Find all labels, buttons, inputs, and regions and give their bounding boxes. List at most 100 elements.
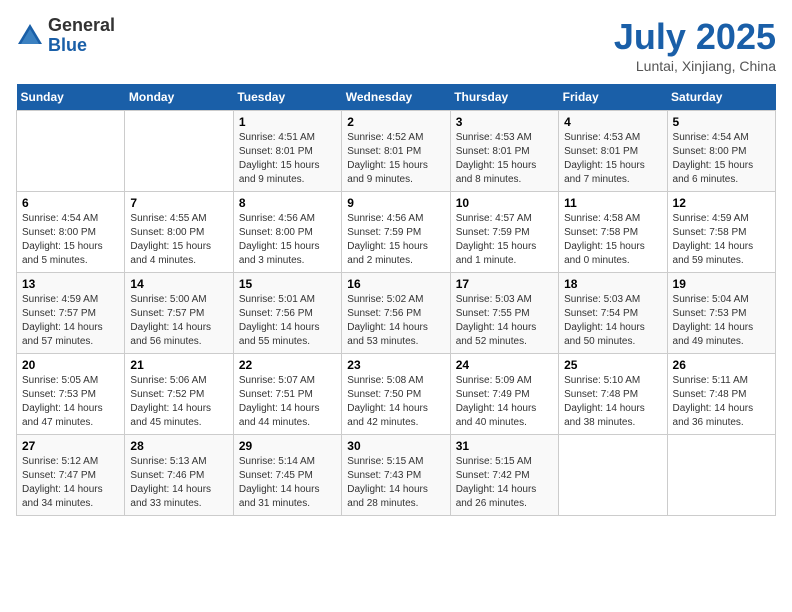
day-info: Sunrise: 5:06 AM Sunset: 7:52 PM Dayligh… xyxy=(130,374,227,430)
week-row-2: 6 Sunrise: 4:54 AM Sunset: 8:00 PM Daylig… xyxy=(17,192,776,273)
calendar-cell: 3 Sunrise: 4:53 AM Sunset: 8:01 PM Daylig… xyxy=(450,111,558,192)
day-info: Sunrise: 4:57 AM Sunset: 7:59 PM Dayligh… xyxy=(456,212,553,268)
day-number: 12 xyxy=(673,196,770,210)
page-header: General Blue July 2025 Luntai, Xinjiang,… xyxy=(16,16,776,74)
calendar-cell xyxy=(17,111,125,192)
day-number: 11 xyxy=(564,196,661,210)
month-title: July 2025 xyxy=(614,16,776,58)
day-info: Sunrise: 5:09 AM Sunset: 7:49 PM Dayligh… xyxy=(456,374,553,430)
day-number: 9 xyxy=(347,196,444,210)
calendar-cell: 13Sunrise: 4:59 AM Sunset: 7:57 PM Dayli… xyxy=(17,273,125,354)
calendar-cell: 22Sunrise: 5:07 AM Sunset: 7:51 PM Dayli… xyxy=(233,354,341,435)
calendar-cell: 21 Sunrise: 5:06 AM Sunset: 7:52 PM Dayli… xyxy=(125,354,233,435)
calendar-cell: 5Sunrise: 4:54 AM Sunset: 8:00 PM Daylig… xyxy=(667,111,775,192)
calendar-cell: 10 Sunrise: 4:57 AM Sunset: 7:59 PM Dayli… xyxy=(450,192,558,273)
day-number: 7 xyxy=(130,196,227,210)
calendar-header: SundayMondayTuesdayWednesdayThursdayFrid… xyxy=(17,84,776,111)
week-row-5: 27 Sunrise: 5:12 AM Sunset: 7:47 PM Dayli… xyxy=(17,435,776,516)
calendar-body: 1 Sunrise: 4:51 AM Sunset: 8:01 PM Daylig… xyxy=(17,111,776,516)
day-info: Sunrise: 5:04 AM Sunset: 7:53 PM Dayligh… xyxy=(673,293,770,349)
calendar-cell: 17Sunrise: 5:03 AM Sunset: 7:55 PM Dayli… xyxy=(450,273,558,354)
calendar-cell xyxy=(125,111,233,192)
day-info: Sunrise: 4:59 AM Sunset: 7:58 PM Dayligh… xyxy=(673,212,770,268)
header-cell-wednesday: Wednesday xyxy=(342,84,450,111)
day-info: Sunrise: 4:56 AM Sunset: 8:00 PM Dayligh… xyxy=(239,212,336,268)
day-info: Sunrise: 5:03 AM Sunset: 7:55 PM Dayligh… xyxy=(456,293,553,349)
title-block: July 2025 Luntai, Xinjiang, China xyxy=(614,16,776,74)
header-cell-monday: Monday xyxy=(125,84,233,111)
day-info: Sunrise: 4:54 AM Sunset: 8:00 PM Dayligh… xyxy=(673,131,770,187)
day-info: Sunrise: 4:58 AM Sunset: 7:58 PM Dayligh… xyxy=(564,212,661,268)
day-info: Sunrise: 5:11 AM Sunset: 7:48 PM Dayligh… xyxy=(673,374,770,430)
day-info: Sunrise: 5:02 AM Sunset: 7:56 PM Dayligh… xyxy=(347,293,444,349)
calendar-cell: 14 Sunrise: 5:00 AM Sunset: 7:57 PM Dayli… xyxy=(125,273,233,354)
day-info: Sunrise: 5:01 AM Sunset: 7:56 PM Dayligh… xyxy=(239,293,336,349)
day-info: Sunrise: 5:03 AM Sunset: 7:54 PM Dayligh… xyxy=(564,293,661,349)
header-cell-friday: Friday xyxy=(559,84,667,111)
day-info: Sunrise: 5:12 AM Sunset: 7:47 PM Dayligh… xyxy=(22,455,119,511)
calendar-cell: 24 Sunrise: 5:09 AM Sunset: 7:49 PM Dayli… xyxy=(450,354,558,435)
day-number: 25 xyxy=(564,358,661,372)
day-number: 6 xyxy=(22,196,119,210)
header-row: SundayMondayTuesdayWednesdayThursdayFrid… xyxy=(17,84,776,111)
day-info: Sunrise: 4:56 AM Sunset: 7:59 PM Dayligh… xyxy=(347,212,444,268)
day-number: 27 xyxy=(22,439,119,453)
day-number: 30 xyxy=(347,439,444,453)
calendar-cell: 25 Sunrise: 5:10 AM Sunset: 7:48 PM Dayli… xyxy=(559,354,667,435)
day-number: 2 xyxy=(347,115,444,129)
day-number: 14 xyxy=(130,277,227,291)
day-number: 26 xyxy=(673,358,770,372)
calendar-cell: 8 Sunrise: 4:56 AM Sunset: 8:00 PM Daylig… xyxy=(233,192,341,273)
calendar-table: SundayMondayTuesdayWednesdayThursdayFrid… xyxy=(16,84,776,516)
calendar-cell: 23 Sunrise: 5:08 AM Sunset: 7:50 PM Dayli… xyxy=(342,354,450,435)
day-number: 22 xyxy=(239,358,336,372)
day-number: 24 xyxy=(456,358,553,372)
day-number: 4 xyxy=(564,115,661,129)
day-info: Sunrise: 5:10 AM Sunset: 7:48 PM Dayligh… xyxy=(564,374,661,430)
calendar-cell: 27 Sunrise: 5:12 AM Sunset: 7:47 PM Dayli… xyxy=(17,435,125,516)
day-number: 21 xyxy=(130,358,227,372)
calendar-cell xyxy=(667,435,775,516)
calendar-cell: 11 Sunrise: 4:58 AM Sunset: 7:58 PM Dayli… xyxy=(559,192,667,273)
day-number: 28 xyxy=(130,439,227,453)
day-info: Sunrise: 4:53 AM Sunset: 8:01 PM Dayligh… xyxy=(564,131,661,187)
day-number: 1 xyxy=(239,115,336,129)
day-number: 16 xyxy=(347,277,444,291)
day-info: Sunrise: 5:13 AM Sunset: 7:46 PM Dayligh… xyxy=(130,455,227,511)
calendar-cell: 6 Sunrise: 4:54 AM Sunset: 8:00 PM Daylig… xyxy=(17,192,125,273)
calendar-cell: 29Sunrise: 5:14 AM Sunset: 7:45 PM Dayli… xyxy=(233,435,341,516)
day-info: Sunrise: 4:52 AM Sunset: 8:01 PM Dayligh… xyxy=(347,131,444,187)
calendar-cell: 18Sunrise: 5:03 AM Sunset: 7:54 PM Dayli… xyxy=(559,273,667,354)
calendar-cell: 12 Sunrise: 4:59 AM Sunset: 7:58 PM Dayli… xyxy=(667,192,775,273)
calendar-cell: 28 Sunrise: 5:13 AM Sunset: 7:46 PM Dayli… xyxy=(125,435,233,516)
day-info: Sunrise: 5:15 AM Sunset: 7:42 PM Dayligh… xyxy=(456,455,553,511)
day-info: Sunrise: 4:55 AM Sunset: 8:00 PM Dayligh… xyxy=(130,212,227,268)
logo-icon xyxy=(16,22,44,50)
header-cell-thursday: Thursday xyxy=(450,84,558,111)
day-info: Sunrise: 5:08 AM Sunset: 7:50 PM Dayligh… xyxy=(347,374,444,430)
logo-text: General Blue xyxy=(48,16,115,56)
day-info: Sunrise: 4:51 AM Sunset: 8:01 PM Dayligh… xyxy=(239,131,336,187)
calendar-cell: 1 Sunrise: 4:51 AM Sunset: 8:01 PM Daylig… xyxy=(233,111,341,192)
day-number: 29 xyxy=(239,439,336,453)
day-number: 3 xyxy=(456,115,553,129)
day-info: Sunrise: 4:53 AM Sunset: 8:01 PM Dayligh… xyxy=(456,131,553,187)
day-number: 8 xyxy=(239,196,336,210)
calendar-cell: 4 Sunrise: 4:53 AM Sunset: 8:01 PM Daylig… xyxy=(559,111,667,192)
calendar-cell xyxy=(559,435,667,516)
header-cell-saturday: Saturday xyxy=(667,84,775,111)
day-info: Sunrise: 4:54 AM Sunset: 8:00 PM Dayligh… xyxy=(22,212,119,268)
logo: General Blue xyxy=(16,16,115,56)
day-number: 15 xyxy=(239,277,336,291)
day-number: 10 xyxy=(456,196,553,210)
calendar-cell: 31Sunrise: 5:15 AM Sunset: 7:42 PM Dayli… xyxy=(450,435,558,516)
day-number: 20 xyxy=(22,358,119,372)
day-number: 23 xyxy=(347,358,444,372)
day-info: Sunrise: 4:59 AM Sunset: 7:57 PM Dayligh… xyxy=(22,293,119,349)
calendar-cell: 19Sunrise: 5:04 AM Sunset: 7:53 PM Dayli… xyxy=(667,273,775,354)
week-row-4: 20 Sunrise: 5:05 AM Sunset: 7:53 PM Dayli… xyxy=(17,354,776,435)
week-row-3: 13Sunrise: 4:59 AM Sunset: 7:57 PM Dayli… xyxy=(17,273,776,354)
day-info: Sunrise: 5:05 AM Sunset: 7:53 PM Dayligh… xyxy=(22,374,119,430)
location: Luntai, Xinjiang, China xyxy=(614,58,776,74)
day-info: Sunrise: 5:00 AM Sunset: 7:57 PM Dayligh… xyxy=(130,293,227,349)
